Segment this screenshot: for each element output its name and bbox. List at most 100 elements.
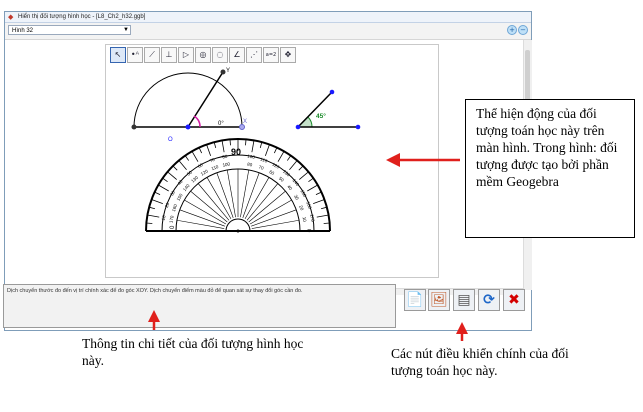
label-45: 45° [316, 112, 326, 120]
protractor-outer-label: 160 [305, 201, 312, 210]
protractor-tick [229, 139, 231, 146]
protractor-tick [286, 155, 292, 161]
info-note: Thông tin chi tiết của đối tượng hình họ… [82, 336, 304, 368]
geogebra-applet[interactable]: ↖ •ᴬ ⟋ ⊥ ▷ ◎ ◌ ∠ ⋰ a=2 ✥ Y X O 0° 45° 10… [105, 44, 439, 278]
protractor-tick [167, 171, 177, 180]
controls-note: Các nút điều khiển chính của đối tượng t… [391, 346, 569, 378]
protractor-inner-label: 170 [168, 215, 174, 224]
protractor-tick [191, 151, 199, 162]
point-o[interactable] [185, 124, 191, 130]
angle-arc-xoy [193, 115, 201, 128]
app-window: ◆ Hiển thị đối tượng hình học - [L8_Ch2_… [4, 11, 532, 331]
protractor-tick [313, 199, 325, 205]
protractor-outer-label: 80 [222, 154, 228, 160]
protractor-center-point [236, 229, 240, 233]
info-panel: Dịch chuyển thước đo đến vị trí chính xá… [3, 284, 396, 328]
protractor-outer-label: 100 [247, 154, 256, 160]
protractor-outer-label: 40 [177, 179, 184, 186]
protractor-tick [172, 165, 178, 171]
protractor-tick [299, 171, 309, 180]
protractor-tick [277, 151, 285, 162]
protractor-tick [149, 206, 156, 210]
figure-icon[interactable]: 🖼 [428, 289, 450, 311]
protractor-label-90: 90 [231, 147, 241, 157]
protractor-tick [298, 165, 304, 171]
callout-box: Thể hiện động của đối tượng toán học này… [465, 99, 635, 238]
protractor-tick [315, 191, 322, 196]
protractor-tick [146, 222, 153, 224]
protractor-spoke [251, 209, 297, 227]
refresh-icon[interactable]: ⟳ [478, 289, 500, 311]
protractor-tick [323, 222, 330, 224]
point-vertex[interactable] [295, 124, 301, 130]
zoom-out-icon[interactable]: − [518, 25, 528, 35]
protractor-inner-label: 30 [293, 194, 300, 201]
protractor-spoke [226, 169, 236, 218]
construct-icon[interactable]: ▤ [453, 289, 475, 311]
protractor-tick [307, 184, 318, 192]
protractor-tick [316, 214, 329, 218]
info-text: Dịch chuyển thước đo đến vị trí chính xá… [7, 288, 303, 294]
protractor-label-zero-left: 0 [170, 225, 176, 229]
protractor-inner-label: 40 [286, 184, 293, 191]
top-toolbar: Hình 32 ▼ + − [5, 23, 531, 40]
protractor-tick [221, 140, 225, 153]
point-x[interactable] [239, 124, 245, 130]
protractor-tick [198, 147, 203, 154]
geogebra-canvas[interactable]: Y X O 0° 45° 10 17020 16030 150401405013… [106, 45, 438, 277]
point-y[interactable] [220, 69, 226, 75]
protractor-inner-label: 110 [211, 164, 220, 171]
protractor-tick [251, 140, 255, 153]
point-arm[interactable] [329, 89, 335, 95]
protractor-inner-label: 140 [182, 183, 191, 192]
protractor-inner-label: 60 [268, 169, 275, 176]
protractor-outer-label: 130 [282, 169, 291, 178]
protractor-inner-label: 70 [258, 164, 265, 171]
protractor-tick [289, 160, 298, 170]
protractor-outer-label: 20 [164, 202, 171, 209]
protractor-tick [273, 147, 278, 154]
segment-arm [297, 91, 333, 128]
protractor-tick [245, 139, 247, 146]
protractor-label-zero-right: 0 [305, 229, 311, 233]
zoom-in-icon[interactable]: + [507, 25, 517, 35]
protractor-inner-label: 20 [298, 205, 305, 212]
figure-select[interactable]: Hình 32 ▼ [8, 25, 131, 35]
protractor-tick [213, 142, 217, 149]
title-bar: ◆ Hiển thị đối tượng hình học - [L8_Ch2_… [5, 12, 531, 23]
protractor-tick [206, 144, 212, 156]
protractor-tick [184, 155, 190, 161]
protractor[interactable]: 10 17020 16030 1504014050130601207011080100… [145, 138, 331, 233]
label-o: O [168, 137, 173, 143]
protractor-inner-label: 120 [200, 168, 209, 176]
control-buttons: 📄 🖼 ▤ ⟳ ✖ [400, 289, 530, 325]
protractor-tick [162, 177, 168, 183]
protractor-spoke [176, 219, 225, 229]
protractor-tick [147, 214, 160, 218]
protractor-spoke [179, 209, 225, 227]
protractor-outer-label: 110 [260, 156, 269, 163]
figure-select-value: Hình 32 [12, 28, 34, 34]
point-base[interactable] [355, 124, 361, 130]
point-left[interactable] [131, 124, 137, 130]
window-title: Hiển thị đối tượng hình học - [L8_Ch2_h3… [18, 14, 146, 20]
protractor-tick [320, 206, 327, 210]
protractor-inner-label: 150 [175, 192, 183, 201]
protractor-inner-label: 10 [302, 216, 308, 222]
label-x: X [243, 119, 247, 125]
geogebra-stage: ↖ •ᴬ ⟋ ⊥ ▷ ◎ ◌ ∠ ⋰ a=2 ✥ Y X O 0° 45° 10… [5, 40, 523, 288]
protractor-center-arc [225, 218, 251, 232]
callout-text: Thể hiện động của đối tượng toán học này… [476, 106, 618, 189]
semicircle-arc [133, 72, 243, 128]
protractor-outer-label: 30 [169, 189, 176, 196]
protractor-spoke [251, 219, 300, 229]
protractor-tick [178, 160, 187, 170]
close-icon[interactable]: ✖ [503, 289, 525, 311]
note-icon[interactable]: 📄 [404, 289, 426, 311]
protractor-inner-label: 160 [171, 203, 178, 212]
protractor-tick [154, 191, 161, 196]
protractor-tick [151, 199, 163, 205]
protractor-outer-label: 70 [209, 157, 216, 164]
protractor-tick [158, 184, 169, 192]
chevron-down-icon: ▼ [123, 27, 129, 33]
